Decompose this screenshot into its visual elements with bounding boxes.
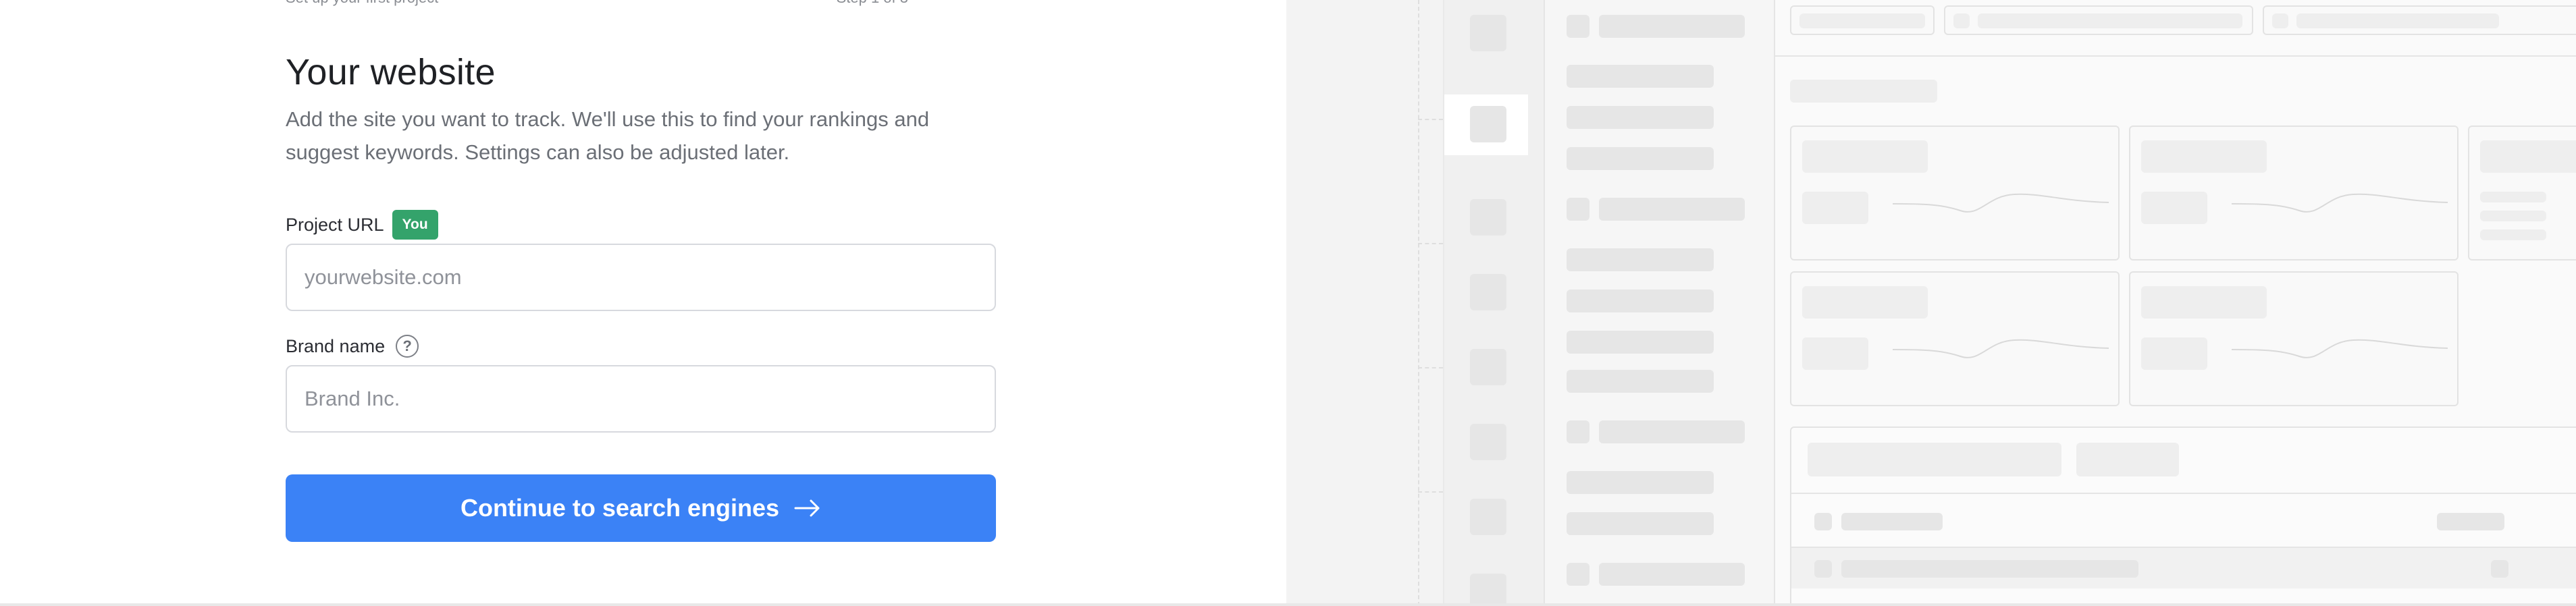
preview-divider bbox=[1775, 55, 2576, 57]
preview-table-cell bbox=[2491, 560, 2508, 578]
preview-table-filter bbox=[2076, 443, 2179, 476]
preview-sparkline bbox=[1893, 193, 2109, 213]
preview-nav-item bbox=[1567, 106, 1714, 129]
preview-card-value bbox=[2141, 337, 2207, 370]
arrow-right-icon bbox=[794, 499, 820, 517]
brand-name-label: Brand name bbox=[286, 335, 386, 356]
you-badge: You bbox=[392, 210, 438, 240]
preview-filter bbox=[1790, 5, 1935, 35]
project-url-input[interactable] bbox=[286, 244, 996, 311]
preview-table-cell bbox=[2437, 513, 2504, 530]
preview-nav-item bbox=[1567, 512, 1714, 535]
preview-card-title bbox=[2480, 140, 2576, 173]
preview-nav-icon bbox=[1567, 563, 1589, 586]
preview-card-line bbox=[2480, 229, 2546, 240]
help-icon[interactable]: ? bbox=[396, 335, 419, 358]
brand-name-label-row: Brand name ? bbox=[286, 335, 419, 358]
preview-nav-item bbox=[1567, 65, 1714, 88]
preview-filter-text bbox=[1799, 13, 1925, 28]
preview-nav-item bbox=[1599, 420, 1745, 443]
preview-nav-item bbox=[1567, 331, 1714, 354]
preview-table bbox=[1790, 426, 2576, 606]
preview-card-title bbox=[1802, 140, 1928, 173]
bottom-edge bbox=[0, 603, 2576, 606]
app-preview-mockup bbox=[1286, 0, 2576, 606]
preview-card-title bbox=[2141, 286, 2267, 319]
project-url-label: Project URL bbox=[286, 214, 384, 235]
preview-table-search bbox=[1808, 443, 2061, 476]
preview-card-value bbox=[1802, 337, 1868, 370]
preview-rail-icon bbox=[1470, 574, 1506, 606]
preview-sparkline bbox=[2232, 339, 2448, 358]
preview-nav-icon bbox=[1567, 420, 1589, 443]
preview-nav-item bbox=[1599, 15, 1745, 38]
preview-sparkline bbox=[2232, 193, 2448, 213]
project-url-label-row: Project URL You bbox=[286, 210, 438, 240]
wizard-progress: Set up your first project Step 1 of 3 bbox=[286, 0, 996, 7]
preview-rail-icon bbox=[1470, 499, 1506, 535]
preview-nav-item bbox=[1567, 471, 1714, 494]
preview-metric-card bbox=[1790, 126, 2120, 260]
setup-form-panel: Set up your first project Step 1 of 3 Yo… bbox=[0, 0, 1286, 606]
preview-nav-item bbox=[1599, 198, 1745, 221]
preview-rail-icon bbox=[1470, 424, 1506, 460]
preview-filter bbox=[1944, 5, 2253, 35]
preview-table-cell bbox=[1841, 513, 1943, 530]
continue-button-label: Continue to search engines bbox=[460, 494, 780, 522]
preview-rail-icon bbox=[1470, 274, 1506, 310]
preview-filter bbox=[2263, 5, 2576, 35]
preview-section-heading bbox=[1790, 80, 1937, 103]
preview-guide-tick bbox=[1418, 119, 1443, 120]
brand-name-input[interactable] bbox=[286, 365, 996, 433]
page-description: Add the site you want to track. We'll us… bbox=[286, 107, 930, 164]
preview-card-title bbox=[2141, 140, 2267, 173]
preview-filter-icon bbox=[2272, 13, 2288, 28]
preview-guide-tick bbox=[1418, 367, 1443, 368]
preview-main bbox=[1775, 0, 2576, 606]
preview-nav-item bbox=[1567, 147, 1714, 170]
step-indicator bbox=[881, 0, 996, 3]
preview-nav-item bbox=[1599, 563, 1745, 586]
preview-metric-card bbox=[2468, 126, 2576, 260]
preview-card-value bbox=[1802, 192, 1868, 224]
preview-rail-icon bbox=[1470, 199, 1506, 236]
preview-guide-tick bbox=[1418, 243, 1443, 244]
preview-guide-tick bbox=[1418, 491, 1443, 493]
step-caption: Set up your first project bbox=[286, 0, 438, 7]
preview-table-checkbox bbox=[1814, 513, 1832, 530]
preview-nav-icon bbox=[1567, 15, 1589, 38]
page-title: Your website bbox=[286, 52, 496, 92]
preview-card-value bbox=[2141, 192, 2207, 224]
preview-guide-line bbox=[1418, 0, 1419, 606]
preview-card-line bbox=[2480, 192, 2546, 202]
preview-table-checkbox bbox=[1814, 560, 1832, 578]
preview-metric-card bbox=[2129, 126, 2459, 260]
preview-nav-list bbox=[1545, 0, 1775, 606]
preview-nav-icon bbox=[1567, 198, 1589, 221]
preview-filter-text bbox=[1978, 13, 2242, 28]
preview-rail-icon bbox=[1470, 15, 1506, 51]
preview-nav-item bbox=[1567, 370, 1714, 393]
preview-filter-text bbox=[2296, 13, 2499, 28]
preview-metric-card bbox=[1790, 271, 2120, 406]
preview-nav-item bbox=[1567, 248, 1714, 271]
preview-metric-card bbox=[2129, 271, 2459, 406]
preview-card-line bbox=[2480, 211, 2546, 221]
preview-filter-icon bbox=[1953, 13, 1970, 28]
preview-card-title bbox=[1802, 286, 1928, 319]
preview-sparkline bbox=[1893, 339, 2109, 358]
preview-icon-rail bbox=[1444, 0, 1546, 606]
preview-table-divider bbox=[1791, 493, 2576, 494]
preview-rail-icon bbox=[1470, 349, 1506, 385]
preview-table-cell bbox=[1841, 560, 2138, 578]
preview-rail-icon bbox=[1470, 106, 1506, 142]
continue-button[interactable]: Continue to search engines bbox=[286, 474, 996, 542]
preview-nav-item bbox=[1567, 290, 1714, 312]
